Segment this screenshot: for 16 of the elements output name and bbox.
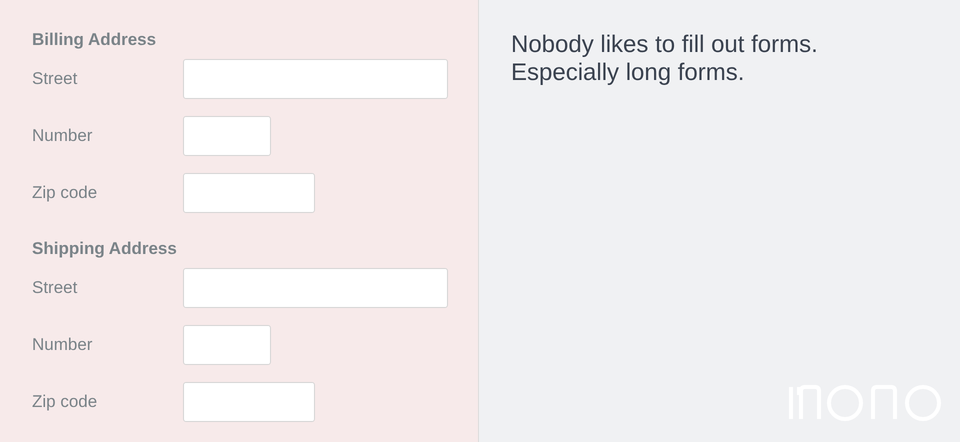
section-heading: Shipping Address bbox=[32, 239, 178, 259]
field-label: Street bbox=[32, 69, 78, 89]
input-field[interactable] bbox=[183, 325, 271, 365]
field-label: Street bbox=[32, 278, 78, 298]
intro-text: Especially long forms. bbox=[511, 59, 746, 87]
section-heading: Billing Address bbox=[32, 30, 158, 50]
input-field[interactable] bbox=[183, 116, 271, 156]
intro-text: Nobody likes to fill out forms. bbox=[511, 31, 819, 59]
field-label: Number bbox=[32, 335, 94, 355]
input-field[interactable] bbox=[183, 268, 448, 308]
input-field[interactable] bbox=[183, 382, 315, 422]
field-label: Zip code bbox=[32, 183, 98, 203]
input-field[interactable] bbox=[183, 173, 315, 213]
input-field[interactable] bbox=[183, 59, 448, 99]
field-label: Zip code bbox=[32, 392, 98, 412]
field-label: Number bbox=[32, 126, 94, 146]
